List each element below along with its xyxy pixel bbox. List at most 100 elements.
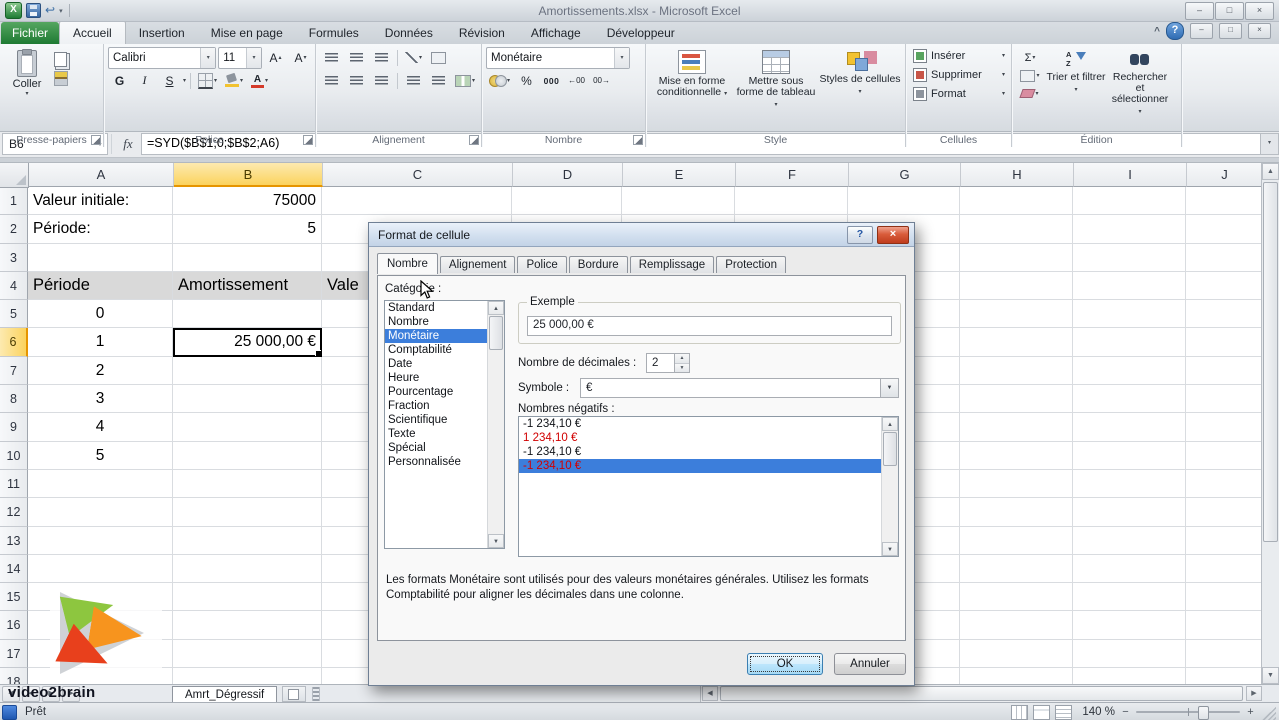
cell-B10[interactable] xyxy=(173,441,322,470)
borders-button[interactable]: ▾ xyxy=(195,70,220,91)
cell-H14[interactable] xyxy=(960,554,1073,584)
decrease-indent-button[interactable] xyxy=(402,70,425,91)
column-header-E[interactable]: E xyxy=(623,163,736,187)
cell-A7[interactable]: 2 xyxy=(28,356,173,386)
cell-I2[interactable] xyxy=(1073,215,1186,244)
category-scroll-down-icon[interactable]: ▼ xyxy=(488,534,504,548)
negative-format-option[interactable]: -1 234,10 € xyxy=(519,459,882,473)
cell-J11[interactable] xyxy=(1186,469,1262,499)
ok-button[interactable]: OK xyxy=(747,653,823,675)
wrap-text-button[interactable] xyxy=(427,47,450,68)
cell-I7[interactable] xyxy=(1073,356,1186,386)
collapse-ribbon-icon[interactable]: ^ xyxy=(1154,26,1160,37)
conditional-formatting-button[interactable]: Mise en forme conditionnelle ▾ xyxy=(650,46,734,112)
cell-H12[interactable] xyxy=(960,498,1073,527)
cell-I9[interactable] xyxy=(1073,413,1186,442)
tab-mise-en-page[interactable]: Mise en page xyxy=(198,23,296,44)
column-header-C[interactable]: C xyxy=(323,163,513,187)
cell-H18[interactable] xyxy=(960,668,1073,684)
dialog-tab-police[interactable]: Police xyxy=(517,256,567,273)
cell-I5[interactable] xyxy=(1073,300,1186,329)
font-dialog-launcher-icon[interactable] xyxy=(303,135,313,145)
align-left-button[interactable] xyxy=(320,70,343,91)
close-button[interactable]: × xyxy=(1245,2,1274,20)
cell-H4[interactable] xyxy=(960,271,1073,301)
cell-B8[interactable] xyxy=(173,385,322,414)
cell-I3[interactable] xyxy=(1073,243,1186,272)
cell-A3[interactable] xyxy=(28,243,173,272)
autosum-button[interactable]: Σ ▾ xyxy=(1016,49,1044,66)
row-header-17[interactable]: 17 xyxy=(0,639,28,669)
row-header-4[interactable]: 4 xyxy=(0,271,28,301)
column-header-A[interactable]: A xyxy=(29,163,174,187)
dialog-help-button[interactable]: ? xyxy=(847,225,873,244)
cell-H3[interactable] xyxy=(960,243,1073,272)
cell-A9[interactable]: 4 xyxy=(28,413,173,442)
normal-view-button[interactable] xyxy=(1011,704,1028,720)
cell-H16[interactable] xyxy=(960,611,1073,640)
vertical-scrollbar-thumb[interactable] xyxy=(1263,182,1278,542)
row-header-1[interactable]: 1 xyxy=(0,187,28,216)
cell-J12[interactable] xyxy=(1186,498,1262,527)
cell-B7[interactable] xyxy=(173,356,322,386)
category-option[interactable]: Nombre xyxy=(385,315,487,329)
dialog-close-button[interactable]: × xyxy=(877,225,909,244)
row-header-10[interactable]: 10 xyxy=(0,441,28,470)
cell-E1[interactable] xyxy=(622,187,735,216)
number-format-combo[interactable]: Monétaire ▾ xyxy=(486,46,630,69)
align-right-button[interactable] xyxy=(370,70,393,91)
cell-B15[interactable] xyxy=(173,583,322,612)
dialog-tab-remplissage[interactable]: Remplissage xyxy=(629,256,715,273)
category-listbox[interactable]: Standard Nombre Monétaire Comptabilité Date H… xyxy=(384,300,505,549)
category-option[interactable]: Comptabilité xyxy=(385,343,487,357)
excel-app-icon[interactable]: X xyxy=(5,2,22,19)
align-center-button[interactable] xyxy=(345,70,368,91)
cell-B12[interactable] xyxy=(173,498,322,527)
spin-up-icon[interactable]: ▲ xyxy=(675,354,689,364)
column-header-G[interactable]: G xyxy=(849,163,961,187)
clipboard-dialog-launcher-icon[interactable] xyxy=(91,135,101,145)
category-option[interactable]: Date xyxy=(385,357,487,371)
percent-style-button[interactable]: % xyxy=(515,70,538,91)
cell-I12[interactable] xyxy=(1073,498,1186,527)
grow-font-button[interactable]: A ▴ xyxy=(264,47,287,68)
font-size-combo[interactable]: 11 ▾ xyxy=(218,46,262,69)
category-scrollbar[interactable]: ▲ ▼ xyxy=(487,301,504,548)
cell-I8[interactable] xyxy=(1073,385,1186,414)
format-cells-button[interactable]: Format ▾ xyxy=(910,84,1008,103)
cell-B4[interactable]: Amortissement xyxy=(173,271,322,301)
font-size-dropdown-icon[interactable]: ▾ xyxy=(246,47,261,68)
tab-splitter-handle[interactable] xyxy=(312,687,321,701)
cell-A10[interactable]: 5 xyxy=(28,441,173,470)
negatives-scrollbar-thumb[interactable] xyxy=(883,432,897,466)
cell-B6[interactable]: 25 000,00 € xyxy=(173,328,322,357)
negative-format-option[interactable]: 1 234,10 € xyxy=(519,431,882,445)
row-header-14[interactable]: 14 xyxy=(0,554,28,584)
align-top-button[interactable] xyxy=(320,47,343,68)
category-option[interactable]: Scientifique xyxy=(385,413,487,427)
category-option[interactable]: Standard xyxy=(385,301,487,315)
symbol-combobox[interactable]: € ▼ xyxy=(580,378,899,398)
cell-J15[interactable] xyxy=(1186,583,1262,612)
font-name-dropdown-icon[interactable]: ▾ xyxy=(200,47,216,68)
cell-I14[interactable] xyxy=(1073,554,1186,584)
cell-I1[interactable] xyxy=(1073,187,1186,216)
merge-center-button[interactable]: ▾ xyxy=(452,70,478,91)
zoom-slider-thumb[interactable] xyxy=(1198,706,1209,720)
cell-A13[interactable] xyxy=(28,526,173,555)
negatives-scrollbar[interactable]: ▲ ▼ xyxy=(881,417,898,556)
cell-I17[interactable] xyxy=(1073,639,1186,669)
dialog-tab-protection[interactable]: Protection xyxy=(716,256,786,273)
cell-I4[interactable] xyxy=(1073,271,1186,301)
category-option[interactable]: Fraction xyxy=(385,399,487,413)
font-color-button[interactable]: A ▾ xyxy=(248,70,271,91)
increase-indent-button[interactable] xyxy=(427,70,450,91)
cell-B5[interactable] xyxy=(173,300,322,329)
negative-format-option[interactable]: -1 234,10 € xyxy=(519,417,882,431)
vertical-scrollbar[interactable]: ▲ ▼ xyxy=(1261,163,1279,684)
row-header-3[interactable]: 3 xyxy=(0,243,28,272)
horizontal-scrollbar[interactable]: ◀ ▶ xyxy=(700,686,1262,702)
cell-B3[interactable] xyxy=(173,243,322,272)
help-icon[interactable]: ? xyxy=(1166,22,1184,40)
cell-I18[interactable] xyxy=(1073,668,1186,684)
